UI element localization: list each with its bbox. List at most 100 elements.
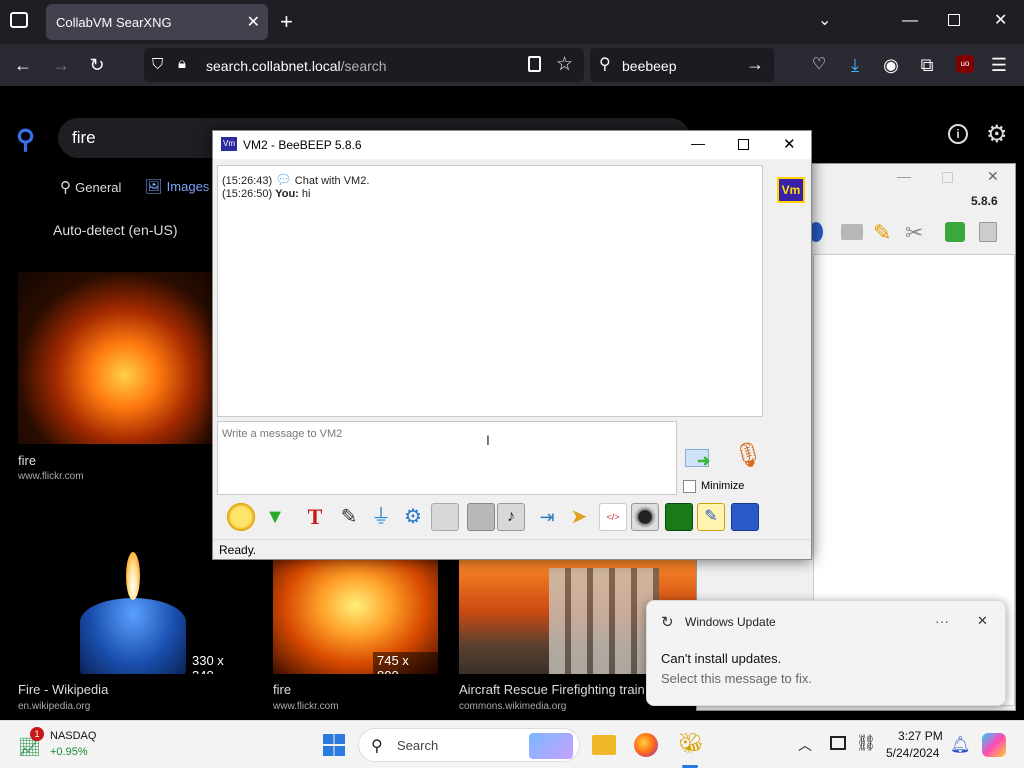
menu-icon[interactable]: ☰ bbox=[988, 54, 1010, 76]
status-text: Ready. bbox=[219, 543, 257, 557]
tab-list-icon[interactable] bbox=[10, 12, 28, 28]
user-avatar[interactable]: Vm bbox=[777, 177, 805, 203]
language-selector[interactable]: Auto-detect (en-US) bbox=[53, 222, 178, 238]
minimize-window-button[interactable]: — bbox=[897, 168, 911, 184]
save-chat-icon[interactable] bbox=[467, 503, 495, 531]
minimize-checkbox[interactable] bbox=[683, 480, 696, 493]
green-arrow-icon[interactable]: ▼ bbox=[261, 503, 289, 531]
pocket-icon[interactable]: ♡ bbox=[808, 54, 830, 76]
shield-icon[interactable]: ⛉ bbox=[152, 56, 163, 73]
notification-badge: 1 bbox=[30, 727, 44, 741]
save-floppy-icon[interactable] bbox=[731, 503, 759, 531]
message-input[interactable]: Write a message to VM2 I bbox=[217, 421, 677, 495]
notes-icon[interactable]: ✎ bbox=[697, 503, 725, 531]
extensions-icon[interactable]: ⧉ bbox=[916, 54, 938, 76]
result-title[interactable]: fire bbox=[273, 682, 291, 697]
forward-button[interactable]: → bbox=[50, 54, 72, 76]
firefox-icon[interactable] bbox=[634, 733, 658, 757]
music-note-icon[interactable]: ♪ bbox=[497, 503, 525, 531]
close-window-button[interactable]: ✕ bbox=[783, 135, 796, 153]
screenshot-icon[interactable] bbox=[631, 503, 659, 531]
more-options-button[interactable]: ··· bbox=[935, 613, 949, 629]
notification-bell-icon[interactable]: 🔔︎ bbox=[950, 735, 970, 755]
lock-icon[interactable]: 🔒︎ bbox=[178, 55, 186, 72]
send-file-icon[interactable]: ⇥ bbox=[533, 503, 561, 531]
send-message-icon[interactable]: ➜ bbox=[683, 445, 717, 471]
filter-icon[interactable]: ⏚ bbox=[367, 503, 395, 531]
downloads-icon[interactable]: ⤓ bbox=[844, 54, 866, 76]
result-title[interactable]: fire bbox=[18, 453, 36, 468]
bookmark-star-icon[interactable]: ☆ bbox=[556, 53, 573, 76]
color-picker-icon[interactable]: ✎ bbox=[335, 503, 363, 531]
network-icon[interactable]: ⛓ bbox=[856, 733, 876, 753]
result-url: www.flickr.com bbox=[273, 701, 339, 712]
close-window-button[interactable]: ✕ bbox=[987, 168, 999, 185]
windows-update-notification[interactable]: ↻ Windows Update ··· ✕ Can't install upd… bbox=[646, 600, 1006, 706]
display-icon[interactable] bbox=[830, 736, 846, 750]
tab-collabvm-searxng[interactable]: CollabVM SearXNG ✕ bbox=[46, 4, 268, 40]
close-window-button[interactable]: ✕ bbox=[994, 10, 1007, 30]
account-icon[interactable]: ◉ bbox=[880, 54, 902, 76]
edit-pencil-icon[interactable]: ✎ bbox=[873, 220, 891, 246]
clock-date[interactable]: 5/24/2024 bbox=[886, 746, 939, 760]
send-folder-icon[interactable]: ➤ bbox=[565, 503, 593, 531]
settings-gear-icon[interactable]: ⚙ bbox=[986, 120, 1008, 149]
tab-general[interactable]: ⚲ General bbox=[60, 178, 121, 196]
chat-history[interactable]: (15:26:43) 💬︎ Chat with VM2. (15:26:50) … bbox=[217, 165, 763, 417]
update-icon[interactable] bbox=[945, 222, 965, 242]
close-notification-button[interactable]: ✕ bbox=[977, 613, 988, 629]
maximize-window-button[interactable] bbox=[942, 172, 953, 183]
status-bar: Ready. bbox=[213, 539, 811, 559]
url-bar[interactable]: ⛉ 🔒︎ search.collabnet.local/search ☆ bbox=[144, 48, 584, 82]
result-title[interactable]: Fire - Wikipedia bbox=[18, 682, 108, 697]
search-bar[interactable]: ⚲ beebeep → bbox=[590, 48, 774, 82]
url-text: search.collabnet.local/search bbox=[206, 58, 387, 74]
stock-name: NASDAQ bbox=[50, 730, 97, 742]
reader-view-icon[interactable] bbox=[528, 56, 541, 72]
reload-button[interactable]: ↻ bbox=[86, 54, 108, 76]
notification-title: Can't install updates. bbox=[661, 651, 782, 666]
windows-start-icon[interactable] bbox=[323, 734, 345, 756]
tab-images[interactable]: 🖼︎ Images bbox=[145, 178, 209, 195]
title-bar[interactable]: Vm VM2 - BeeBEEP 5.8.6 — ✕ bbox=[213, 131, 811, 159]
trash-icon[interactable] bbox=[979, 222, 997, 242]
chat-toolbar: ▼ T ✎ ⏚ ⚙ ♪ ⇥ ➤ </> ✎ bbox=[217, 499, 807, 537]
chat-text: hi bbox=[301, 188, 311, 200]
emoticon-icon[interactable] bbox=[227, 503, 255, 531]
file-explorer-icon[interactable] bbox=[592, 735, 616, 755]
searxng-logo-icon[interactable]: ⚲ bbox=[16, 124, 35, 155]
result-image-flames[interactable]: 745 x 800 bbox=[273, 560, 438, 674]
result-title[interactable]: Aircraft Rescue Firefighting train bbox=[459, 682, 649, 697]
spreadsheet-icon[interactable] bbox=[665, 503, 693, 531]
copilot-icon[interactable] bbox=[982, 733, 1006, 757]
chevron-down-icon[interactable]: ⌄ bbox=[818, 10, 831, 30]
font-icon[interactable]: T bbox=[301, 503, 329, 531]
folder-icon[interactable] bbox=[841, 224, 863, 240]
taskbar-search[interactable]: ⚲ Search bbox=[358, 728, 580, 762]
clock-time[interactable]: 3:27 PM bbox=[898, 729, 943, 743]
chat-line: (15:26:50) You: hi bbox=[222, 188, 310, 200]
minimize-window-button[interactable]: — bbox=[691, 135, 705, 151]
microphone-icon[interactable]: 🎙︎ bbox=[733, 441, 763, 470]
result-image-fireplace[interactable] bbox=[18, 272, 212, 444]
beebeep-chat-window[interactable]: Vm VM2 - BeeBEEP 5.8.6 — ✕ (15:26:43) 💬︎… bbox=[212, 130, 812, 560]
go-arrow-icon[interactable]: → bbox=[746, 54, 764, 75]
chat-sender: You: bbox=[275, 188, 299, 200]
taskbar: 📈︎ 1 NASDAQ +0.95% ⚲ Search 🐝︎ ︿ ⛓ 3:27 … bbox=[0, 720, 1024, 768]
tools-icon[interactable]: ✂ bbox=[905, 220, 923, 246]
beebeep-taskbar-icon[interactable]: 🐝︎ bbox=[678, 731, 704, 757]
maximize-window-button[interactable] bbox=[738, 139, 749, 150]
info-icon[interactable]: i bbox=[948, 124, 968, 144]
settings-icon[interactable]: ⚙ bbox=[399, 503, 427, 531]
html-code-icon[interactable]: </> bbox=[599, 503, 627, 531]
chevron-up-icon[interactable]: ︿ bbox=[798, 735, 812, 755]
clear-icon[interactable] bbox=[431, 503, 459, 531]
restore-window-button[interactable] bbox=[948, 14, 960, 26]
stock-widget[interactable]: 📈︎ 1 NASDAQ +0.95% bbox=[16, 727, 126, 763]
minimize-window-button[interactable]: — bbox=[902, 12, 918, 30]
taskbar-search-label: Search bbox=[397, 738, 439, 753]
ublock-icon[interactable]: uo bbox=[956, 55, 974, 73]
new-tab-button[interactable]: + bbox=[280, 9, 293, 35]
back-button[interactable]: ← bbox=[12, 54, 34, 76]
close-tab-icon[interactable]: ✕ bbox=[247, 12, 260, 32]
